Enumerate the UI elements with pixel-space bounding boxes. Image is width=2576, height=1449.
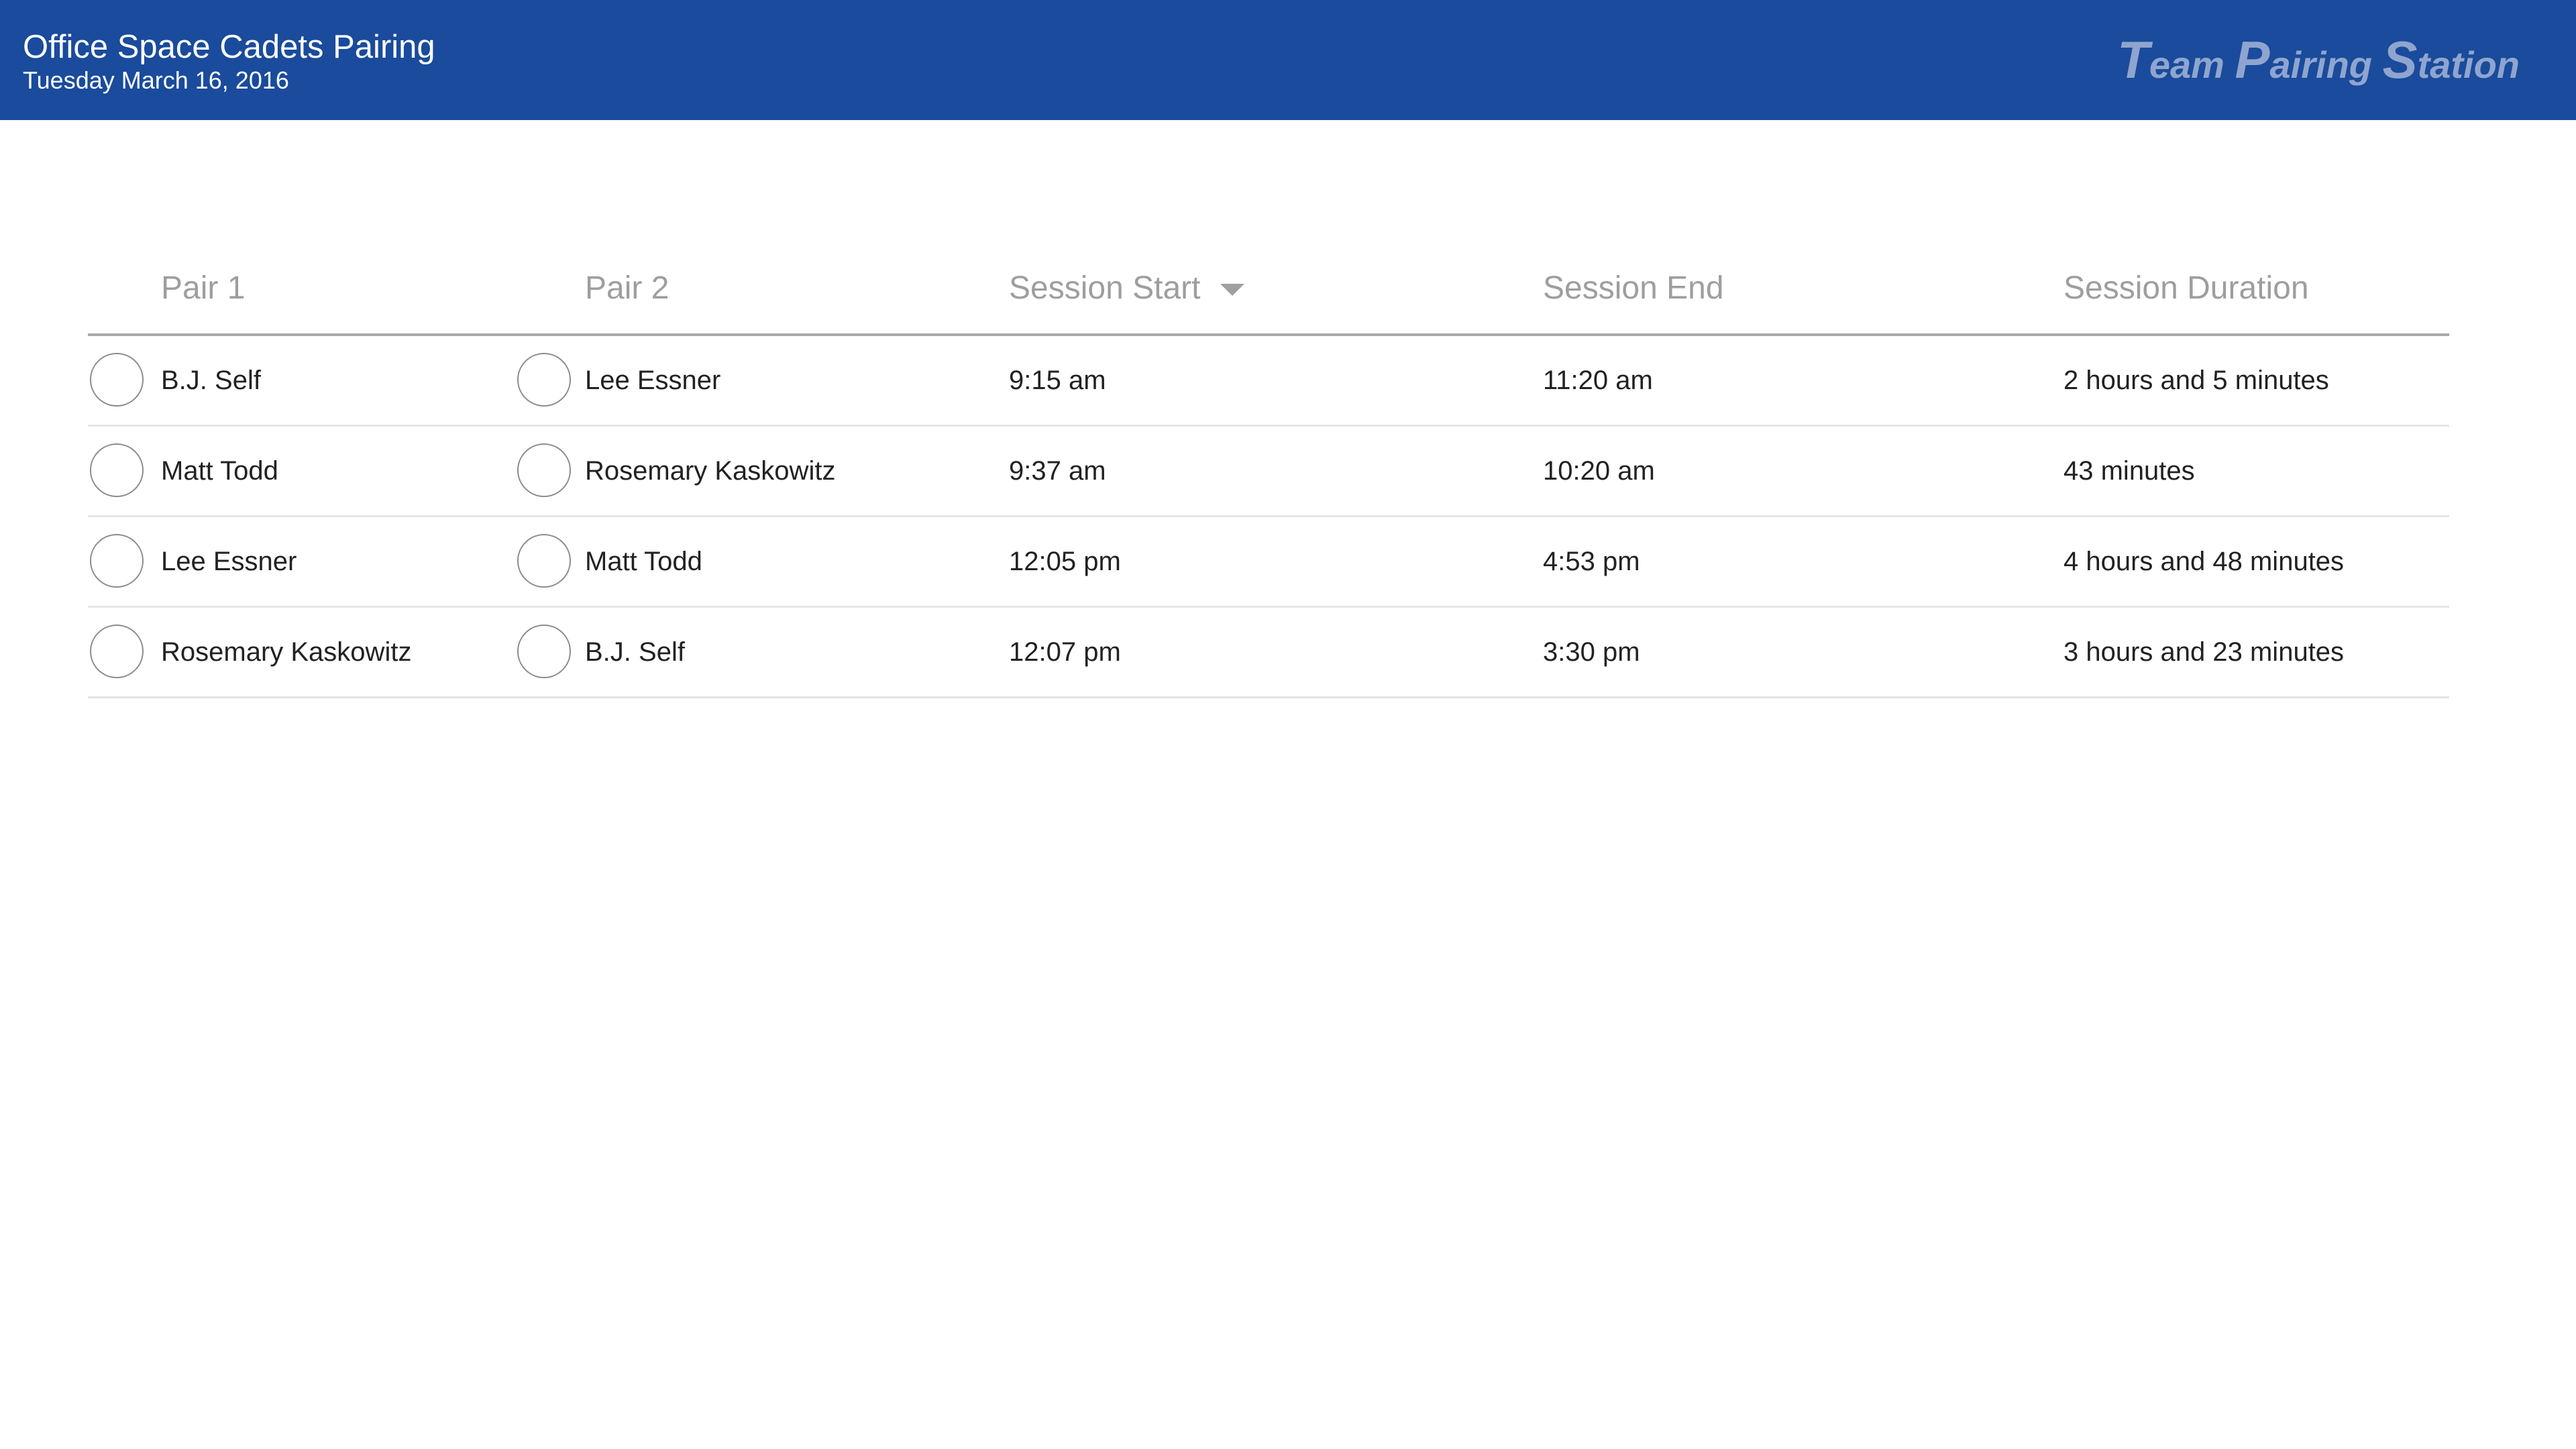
pair1-name: B.J. Self <box>161 366 261 395</box>
session-duration: 43 minutes <box>2063 456 2195 486</box>
pairing-sessions-table: Pair 1 Pair 2 Session Start Session End … <box>88 241 2449 698</box>
avatar <box>517 443 571 497</box>
brand-logo: Team Pairing Station <box>2117 30 2520 89</box>
session-duration: 2 hours and 5 minutes <box>2063 366 2329 395</box>
current-date: Tuesday March 16, 2016 <box>23 66 289 94</box>
pair1-name: Rosemary Kaskowitz <box>161 637 412 667</box>
table-header: Pair 1 Pair 2 Session Start Session End … <box>88 241 2449 336</box>
avatar <box>517 353 571 407</box>
table-row[interactable]: Matt Todd Rosemary Kaskowitz 9:37 am 10:… <box>88 427 2449 517</box>
session-end: 4:53 pm <box>1543 547 1640 576</box>
session-end: 3:30 pm <box>1543 637 1640 667</box>
table-row[interactable]: B.J. Self Lee Essner 9:15 am 11:20 am 2 … <box>88 336 2449 427</box>
session-duration: 3 hours and 23 minutes <box>2063 637 2345 667</box>
column-header-session-start-label: Session Start <box>1009 270 1201 306</box>
column-header-session-end[interactable]: Session End <box>1543 268 1724 309</box>
pair2-name: Lee Essner <box>585 366 721 395</box>
avatar <box>90 534 144 588</box>
column-header-pair1[interactable]: Pair 1 <box>161 268 245 309</box>
team-title: Office Space Cadets Pairing <box>23 29 435 65</box>
column-header-pair2[interactable]: Pair 2 <box>585 268 669 309</box>
avatar <box>90 625 144 678</box>
session-start: 12:07 pm <box>1009 637 1121 667</box>
session-end: 10:20 am <box>1543 456 1655 486</box>
session-start: 9:37 am <box>1009 456 1106 486</box>
session-end: 11:20 am <box>1543 366 1653 395</box>
pair1-name: Lee Essner <box>161 547 297 576</box>
pair2-name: B.J. Self <box>585 637 685 667</box>
session-start: 9:15 am <box>1009 366 1106 395</box>
column-header-session-duration[interactable]: Session Duration <box>2063 268 2309 309</box>
session-duration: 4 hours and 48 minutes <box>2063 547 2345 576</box>
caret-down-icon[interactable] <box>1220 284 1245 297</box>
avatar <box>517 625 571 678</box>
pair2-name: Matt Todd <box>585 547 702 576</box>
pair1-name: Matt Todd <box>161 456 278 486</box>
avatar <box>90 353 144 407</box>
column-header-session-start[interactable]: Session Start <box>1009 268 1245 309</box>
app-header: Office Space Cadets Pairing Tuesday Marc… <box>0 0 2576 120</box>
avatar <box>517 534 571 588</box>
session-start: 12:05 pm <box>1009 547 1121 576</box>
pair2-name: Rosemary Kaskowitz <box>585 456 836 486</box>
avatar <box>90 443 144 497</box>
table-row[interactable]: Lee Essner Matt Todd 12:05 pm 4:53 pm 4 … <box>88 517 2449 608</box>
table-row[interactable]: Rosemary Kaskowitz B.J. Self 12:07 pm 3:… <box>88 608 2449 698</box>
